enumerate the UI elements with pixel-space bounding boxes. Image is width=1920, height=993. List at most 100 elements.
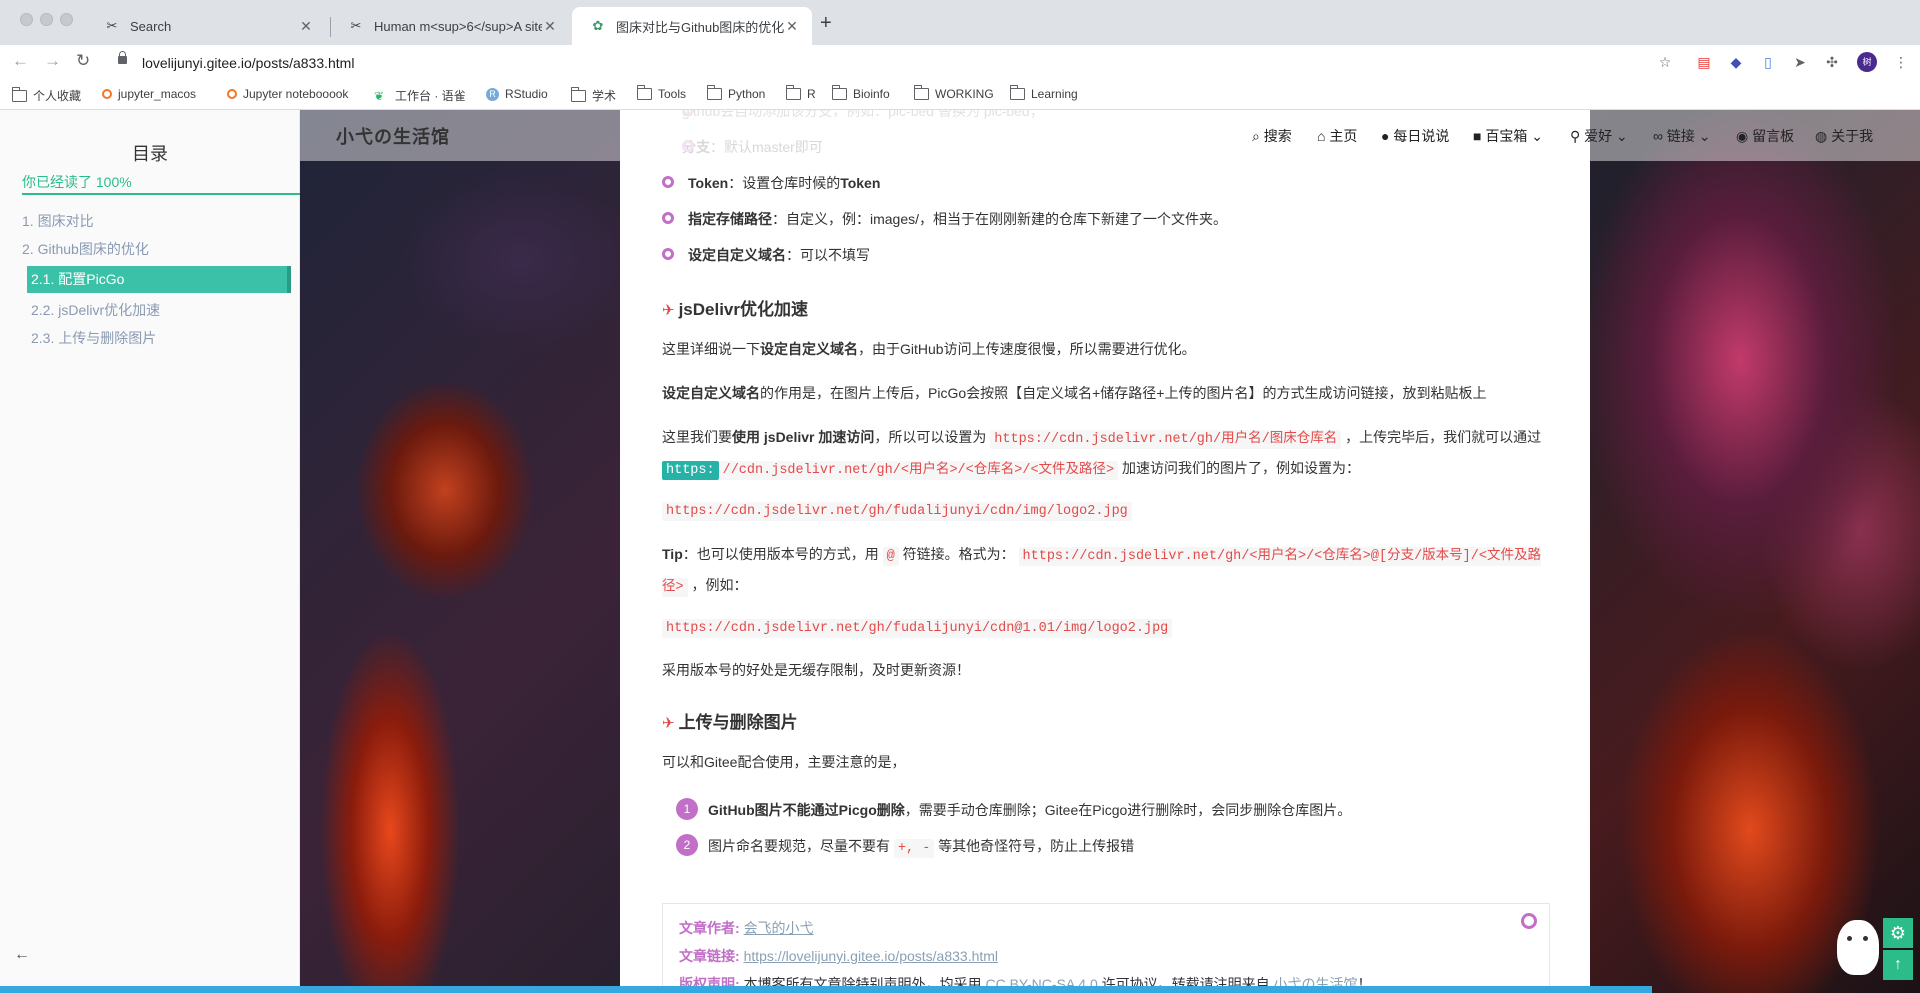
nav-label: 搜索 [1263, 128, 1292, 144]
bookmark-label: Jupyter notebooook [243, 87, 349, 101]
list-bold: 设定自定义域名 [688, 247, 786, 263]
list-bold: 指定存储路径 [688, 211, 772, 227]
comments-icon: ◉ [1736, 128, 1753, 144]
text: 等其他奇怪符号，防止上传报错 [934, 838, 1135, 854]
text: ，所以可以设置为 [874, 429, 991, 445]
heading-text: 上传与删除图片 [678, 713, 798, 732]
bold-text: Tip [662, 546, 683, 562]
nav-about[interactable]: ◍ 关于我 [1815, 126, 1873, 146]
toc-item[interactable]: 2.3. 上传与删除图片 [31, 328, 156, 348]
author-label: 文章作者: [679, 920, 744, 936]
circle-icon [1521, 913, 1537, 929]
tab-close-icon[interactable]: ✕ [784, 18, 800, 35]
folder-icon [913, 85, 929, 100]
settings-gear-icon[interactable]: ⚙ [1883, 918, 1913, 948]
nav-hobby[interactable]: ⚲ 爱好 ⌄ [1570, 126, 1628, 146]
link-row: 文章链接: https://lovelijunyi.gitee.io/posts… [679, 946, 998, 966]
bookmark-item[interactable]: Python [706, 85, 766, 101]
bookmark-item[interactable]: WORKING [913, 85, 994, 101]
toc-item-active[interactable]: 2.1. 配置PicGo [27, 266, 291, 293]
section-heading: ✈ 上传与删除图片 [662, 708, 798, 733]
author-link[interactable]: 会飞的小弋 [744, 920, 814, 936]
bullet-icon [662, 248, 674, 260]
folder-icon [1009, 85, 1025, 100]
heading-text: jsDelivr优化加速 [678, 300, 809, 319]
browser-tab-active[interactable]: ✿ 图床对比与Github图床的优化 | 小 ✕ [572, 7, 812, 45]
tab-title: Human m<sup>6</sup>A site [374, 18, 542, 34]
nav-label: 主页 [1329, 128, 1358, 144]
horizontal-scrollbar[interactable] [0, 986, 1652, 993]
nav-label: 爱好 [1584, 128, 1613, 144]
inline-code-highlight: https: [662, 461, 719, 480]
address-bar[interactable]: lovelijunyi.gitee.io/posts/a833.html [112, 48, 1687, 78]
window-close-button[interactable] [20, 13, 33, 26]
url-text[interactable]: lovelijunyi.gitee.io/posts/a833.html [142, 55, 354, 71]
window-zoom-button[interactable] [60, 13, 73, 26]
list-text: ：设置仓库时候的 [728, 175, 841, 191]
text: ，例如： [687, 577, 748, 593]
list-item: 指定存储路径：自定义，例：images/，相当于在刚刚新建的仓库下新建了一个文件… [662, 209, 1227, 229]
toc-item[interactable]: 2.2. jsDelivr优化加速 [31, 300, 160, 320]
toc-title: 目录 [132, 144, 168, 164]
bookmark-label: R [807, 87, 816, 101]
extension-send-icon[interactable]: ➤ [1792, 54, 1808, 70]
nav-label: 百宝箱 [1485, 128, 1528, 144]
bookmark-label: jupyter_macos [118, 87, 197, 101]
site-brand[interactable]: 小弋の生活馆 [336, 123, 450, 149]
inline-code: https://cdn.jsdelivr.net/gh/fudalijunyi/… [662, 502, 1132, 521]
bookmark-item[interactable]: Learning [1009, 85, 1078, 101]
nav-search[interactable]: ⌕ 搜索 [1252, 126, 1292, 146]
list-text: ：可以不填写 [786, 247, 870, 263]
bookmark-label: Python [728, 87, 766, 101]
bookmark-item[interactable]: R RStudio [486, 87, 548, 101]
tab-title: Search [130, 18, 172, 34]
nav-links[interactable]: ∞ 链接 ⌄ [1653, 126, 1711, 146]
list-item: 设定自定义域名：可以不填写 [662, 245, 870, 265]
browser-tab[interactable]: ✂ Search ✕ [86, 7, 326, 45]
puzzle-icon[interactable]: ✣ [1824, 54, 1840, 70]
bookmark-label: 工作台 · 语雀 [395, 89, 466, 103]
toc-item[interactable]: 2. Github图床的优化 [22, 239, 149, 259]
inline-code: //cdn.jsdelivr.net/gh/<用户名>/<仓库名>/<文件及路径… [718, 461, 1119, 480]
tab-close-icon[interactable]: ✕ [298, 18, 314, 35]
bookmark-item[interactable]: ❦ 工作台 · 语雀 [374, 87, 466, 104]
nav-toolbox[interactable]: ■ 百宝箱 ⌄ [1473, 126, 1543, 146]
search-favicon-icon: ✂ [106, 18, 118, 33]
nav-guestbook[interactable]: ◉ 留言板 [1736, 126, 1794, 146]
browser-tab[interactable]: ✂ Human m<sup>6</sup>A site ✕ [330, 7, 570, 45]
menu-dots-icon[interactable]: ⋮ [1893, 54, 1909, 70]
profile-avatar[interactable]: 树 [1857, 52, 1877, 72]
toc-collapse-arrow-icon[interactable]: ← [14, 946, 30, 964]
extension-blue-icon[interactable]: ◆ [1728, 54, 1744, 70]
tab-close-icon[interactable]: ✕ [542, 18, 558, 35]
copyright-box: 文章作者: 会飞的小弋 文章链接: https://lovelijunyi.gi… [662, 903, 1550, 993]
new-tab-button[interactable]: + [820, 12, 832, 35]
text: 加速访问我们的图片了，例如设置为： [1118, 460, 1361, 476]
code-line: https://cdn.jsdelivr.net/gh/fudalijunyi/… [662, 612, 1550, 643]
bookmark-item[interactable]: R [785, 85, 816, 101]
article-link[interactable]: https://lovelijunyi.gitee.io/posts/a833.… [744, 948, 998, 964]
bookmark-item[interactable]: Tools [636, 85, 686, 101]
bookmark-star-icon[interactable]: ☆ [1657, 54, 1673, 70]
nav-home[interactable]: ⌂ 主页 [1317, 126, 1357, 146]
reload-icon[interactable]: ↻ [76, 51, 90, 71]
extension-red-icon[interactable]: ▤ [1696, 54, 1712, 70]
mascot-image[interactable] [1837, 920, 1879, 975]
bookmark-item[interactable]: Jupyter notebooook [227, 87, 348, 101]
window-minimize-button[interactable] [40, 13, 53, 26]
extension-doc-icon[interactable]: ▯ [1760, 54, 1776, 70]
comment-icon: ● [1381, 128, 1394, 144]
paragraph: 这里我们要使用 jsDelivr 加速访问，所以可以设置为 https://cd… [662, 423, 1550, 485]
back-arrow-icon[interactable]: ← [12, 51, 29, 71]
list-bold: Token [840, 175, 881, 191]
bookmark-label: RStudio [505, 87, 548, 101]
bookmark-item[interactable]: Bioinfo [831, 85, 890, 101]
toc-item[interactable]: 1. 图床对比 [22, 211, 94, 231]
back-to-top-button[interactable]: ↑ [1883, 950, 1913, 980]
forward-arrow-icon[interactable]: → [44, 51, 61, 71]
bicycle-icon: ⚲ [1570, 128, 1585, 144]
bookmark-item[interactable]: jupyter_macos [102, 87, 196, 101]
bookmark-item[interactable]: 个人收藏 [11, 86, 81, 104]
nav-daily[interactable]: ● 每日说说 [1381, 126, 1449, 146]
bookmark-item[interactable]: 学术 [570, 86, 616, 104]
